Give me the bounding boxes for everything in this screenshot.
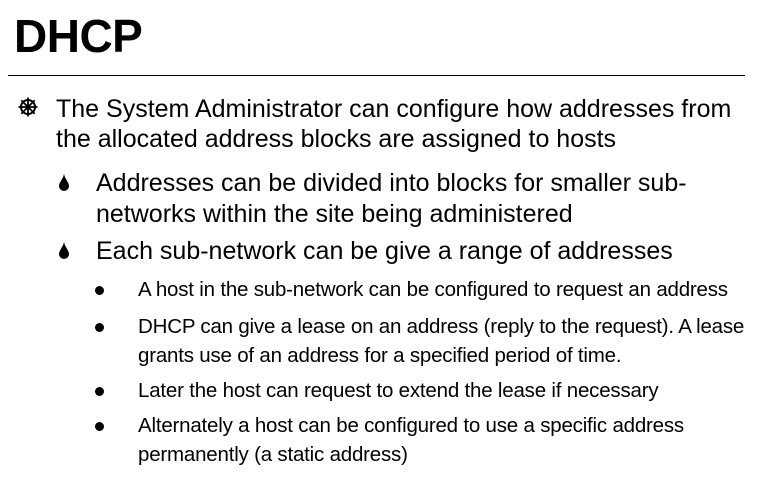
drop-icon bbox=[57, 172, 71, 197]
disc-icon bbox=[95, 422, 104, 431]
bullet-level3: DHCP can give a lease on an address (rep… bbox=[138, 315, 745, 367]
bullet-level2: Each sub-network can be give a range of … bbox=[96, 237, 673, 265]
disc-icon bbox=[95, 387, 104, 396]
bullet-level3: A host in the sub-network can be configu… bbox=[138, 278, 728, 301]
slide: DHCP The System Administrator can config… bbox=[0, 0, 757, 477]
wheel-icon bbox=[17, 96, 39, 123]
disc-icon bbox=[95, 323, 104, 332]
bullet-level3: Later the host can request to extend the… bbox=[138, 379, 659, 402]
bullet-level3: Alternately a host can be configured to … bbox=[138, 414, 684, 466]
slide-title: DHCP bbox=[14, 10, 143, 62]
bullet-level2: Addresses can be divided into blocks for… bbox=[96, 169, 687, 228]
drop-icon bbox=[57, 240, 71, 265]
bullet-level1: The System Administrator can configure h… bbox=[56, 95, 732, 153]
title-divider bbox=[8, 75, 745, 76]
disc-icon bbox=[95, 286, 104, 295]
